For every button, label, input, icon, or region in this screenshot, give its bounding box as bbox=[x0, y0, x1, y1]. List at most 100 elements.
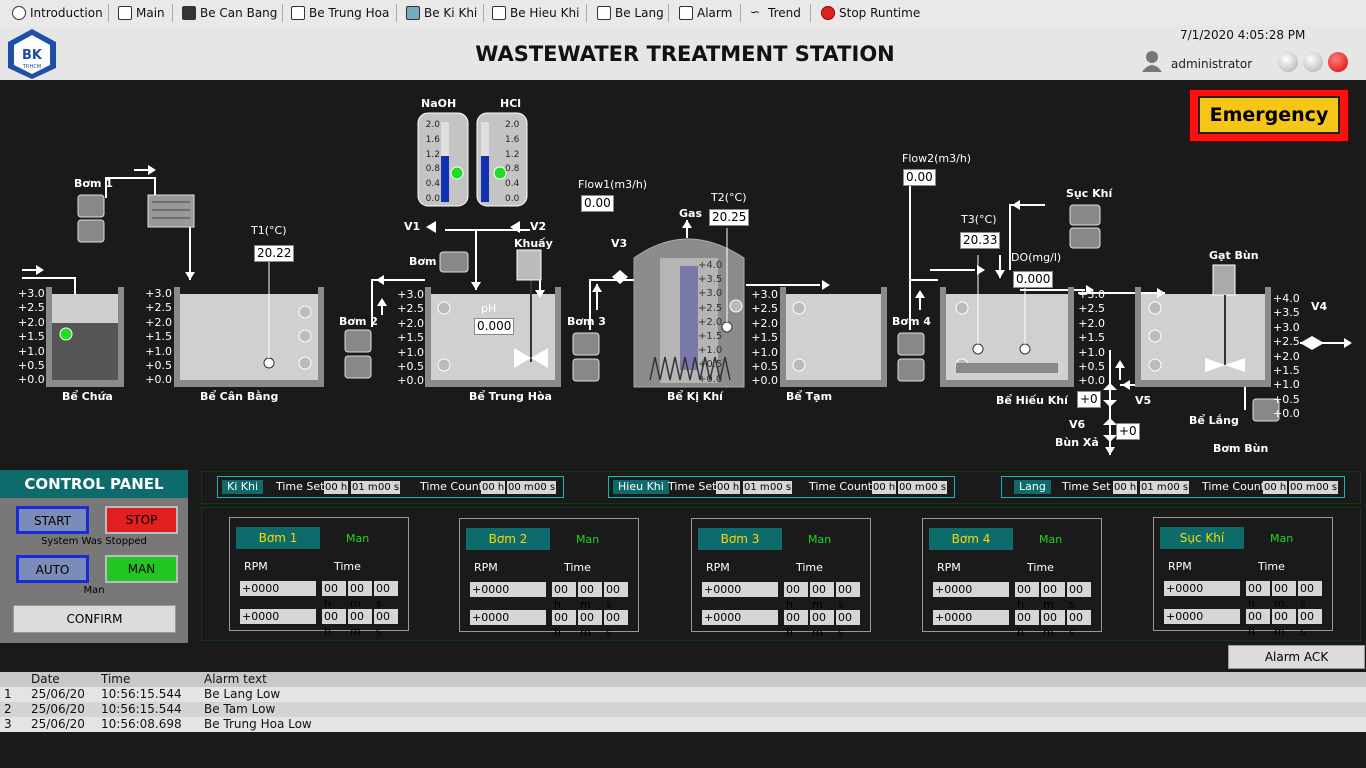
valve-v5-value[interactable]: +0 bbox=[1077, 391, 1101, 408]
confirm-button[interactable]: CONFIRM bbox=[13, 605, 176, 633]
scale-tick: +0.0 bbox=[698, 373, 723, 385]
time-m: 00 m bbox=[578, 582, 602, 611]
nav-introduction[interactable]: Introduction bbox=[12, 3, 103, 23]
label-gat-bun: Gạt Bùn bbox=[1209, 249, 1259, 262]
nav-label: Be Lang bbox=[615, 6, 664, 20]
scale-tick: +2.0 bbox=[751, 316, 778, 330]
time-h: 00 h bbox=[1015, 582, 1039, 611]
nav-be-ki-khi[interactable]: Be Ki Khi bbox=[406, 3, 477, 23]
timer-set-m[interactable]: 01 m bbox=[1140, 481, 1168, 494]
alarm-date: 25/06/20 bbox=[31, 687, 85, 701]
scale-tick: +3.0 bbox=[1078, 288, 1105, 301]
nav-be-trung-hoa[interactable]: Be Trung Hoa bbox=[291, 3, 389, 23]
restore-button[interactable] bbox=[1303, 52, 1323, 72]
scale-tick: 1.6 bbox=[505, 134, 520, 145]
nav-main[interactable]: Main bbox=[118, 3, 165, 23]
level-scale-hcl: 2.0 1.6 1.2 0.8 0.4 0.0 bbox=[505, 118, 525, 207]
rpm-field[interactable]: +0000 bbox=[240, 609, 316, 624]
scale-tick: +1.5 bbox=[18, 330, 45, 344]
rpm-field[interactable]: +0000 bbox=[470, 582, 546, 597]
nav-be-hieu-khi[interactable]: Be Hieu Khi bbox=[492, 3, 579, 23]
alarm-col-time: Time bbox=[101, 672, 131, 686]
level-scale-be-lang: +4.0 +3.5 +3.0 +2.5 +2.0 +1.5 +1.0 +0.5 +0.0 bbox=[1273, 292, 1301, 422]
scale-tick: +3.0 bbox=[18, 287, 45, 300]
introduction-icon bbox=[12, 6, 26, 20]
timer-count-h: 00 h bbox=[1263, 481, 1288, 494]
tank-icon bbox=[182, 6, 196, 20]
time-h: 00 h bbox=[784, 610, 808, 639]
sensor-value-t1: 20.22 bbox=[254, 245, 295, 262]
timer-set-h[interactable]: 00 h bbox=[1113, 481, 1138, 494]
time-m: 00 m bbox=[810, 582, 834, 611]
nav-trend[interactable]: ∽ Trend bbox=[750, 3, 801, 23]
doc-icon bbox=[492, 6, 506, 20]
rpm-field[interactable]: +0000 bbox=[702, 582, 778, 597]
alarm-row[interactable]: 1 25/06/20 10:56:15.544 Be Lang Low bbox=[0, 687, 1366, 702]
rpm-field[interactable]: +0000 bbox=[933, 582, 1009, 597]
timer-set-m[interactable]: 01 m bbox=[743, 481, 771, 494]
rpm-field[interactable]: +0000 bbox=[470, 610, 546, 625]
minimize-button[interactable] bbox=[1278, 52, 1298, 72]
nav-be-lang[interactable]: Be Lang bbox=[597, 3, 664, 23]
scale-tick: 1.2 bbox=[425, 149, 440, 160]
nav-be-can-bang[interactable]: Be Can Bang bbox=[182, 3, 277, 23]
alarm-row[interactable]: 3 25/06/20 10:56:08.698 Be Trung Hoa Low bbox=[0, 717, 1366, 732]
scale-tick: +1.0 bbox=[397, 345, 424, 359]
valve-v6[interactable]: V6 bbox=[1069, 418, 1085, 431]
label-khuay: Khuấy bbox=[514, 237, 553, 250]
pump-label-bom3: Bơm 3 bbox=[567, 315, 606, 328]
rpm-field[interactable]: +0000 bbox=[933, 610, 1009, 625]
scale-tick: +2.5 bbox=[698, 302, 723, 314]
timer-count-h: 00 h bbox=[481, 481, 506, 494]
scale-tick: +0.0 bbox=[1078, 374, 1105, 388]
alarm-row[interactable]: 2 25/06/20 10:56:15.544 Be Tam Low bbox=[0, 702, 1366, 717]
timer-set-label: Time Set bbox=[1062, 480, 1111, 493]
rpm-field[interactable]: +0000 bbox=[1164, 581, 1240, 596]
timer-set-s[interactable]: 00 s bbox=[1166, 481, 1190, 494]
stop-button[interactable]: STOP bbox=[105, 506, 178, 534]
scale-tick: +3.0 bbox=[397, 288, 424, 301]
scale-tick: +2.5 bbox=[1273, 335, 1300, 349]
timer-set-h[interactable]: 00 h bbox=[716, 481, 741, 494]
timer-set-h[interactable]: 00 h bbox=[324, 481, 349, 494]
timer-count-s: 00 s bbox=[1315, 481, 1339, 494]
rpm-field[interactable]: +0000 bbox=[1164, 609, 1240, 624]
rpm-field[interactable]: +0000 bbox=[240, 581, 316, 596]
timer-set-s[interactable]: 00 s bbox=[769, 481, 793, 494]
scale-tick: +2.0 bbox=[1078, 316, 1105, 330]
scale-tick: +0.5 bbox=[145, 359, 172, 373]
timer-set-m[interactable]: 01 m bbox=[351, 481, 379, 494]
scale-tick: +0.0 bbox=[145, 373, 172, 387]
scale-tick: +1.0 bbox=[145, 344, 172, 358]
auto-button[interactable]: AUTO bbox=[16, 555, 89, 583]
pump-mode: Man bbox=[1039, 533, 1063, 546]
rpm-field[interactable]: +0000 bbox=[702, 610, 778, 625]
rpm-label: RPM bbox=[937, 561, 961, 574]
time-m: 00 m bbox=[348, 609, 372, 638]
sensor-value-t2: 20.25 bbox=[709, 209, 750, 226]
nav-alarm[interactable]: Alarm bbox=[679, 3, 732, 23]
timer-lang: Lang Time Set 00 h 01 m 00 s Time Count … bbox=[1001, 476, 1345, 498]
sensor-value-t3: 20.33 bbox=[960, 232, 1001, 249]
valve-v3[interactable]: V3 bbox=[611, 237, 627, 250]
nav-stop-runtime[interactable]: Stop Runtime bbox=[821, 3, 920, 23]
valve-v1[interactable]: V1 bbox=[404, 220, 420, 233]
valve-v6-value[interactable]: +0 bbox=[1116, 423, 1140, 440]
nav-label: Stop Runtime bbox=[839, 6, 921, 20]
label-bun-xa: Bùn Xả bbox=[1055, 436, 1099, 449]
man-button[interactable]: MAN bbox=[105, 555, 178, 583]
valve-v4[interactable]: V4 bbox=[1311, 300, 1327, 313]
close-button[interactable] bbox=[1328, 52, 1348, 72]
scale-tick: +4.0 bbox=[1273, 292, 1300, 305]
valve-v2[interactable]: V2 bbox=[530, 220, 546, 233]
level-scale-be-tam: +3.0 +2.5 +2.0 +1.5 +1.0 +0.5 +0.0 bbox=[750, 288, 778, 389]
timer-count-label: Time Count bbox=[809, 480, 873, 493]
timer-set-s[interactable]: 00 s bbox=[377, 481, 401, 494]
alarm-ack-button[interactable]: Alarm ACK bbox=[1228, 645, 1365, 669]
valve-v5[interactable]: V5 bbox=[1135, 394, 1151, 407]
scale-tick: +1.5 bbox=[1078, 331, 1105, 345]
scale-tick: +3.0 bbox=[145, 287, 172, 300]
scale-tick: +1.5 bbox=[397, 331, 424, 345]
start-button[interactable]: START bbox=[16, 506, 89, 534]
scale-tick: +4.0 bbox=[698, 260, 723, 271]
